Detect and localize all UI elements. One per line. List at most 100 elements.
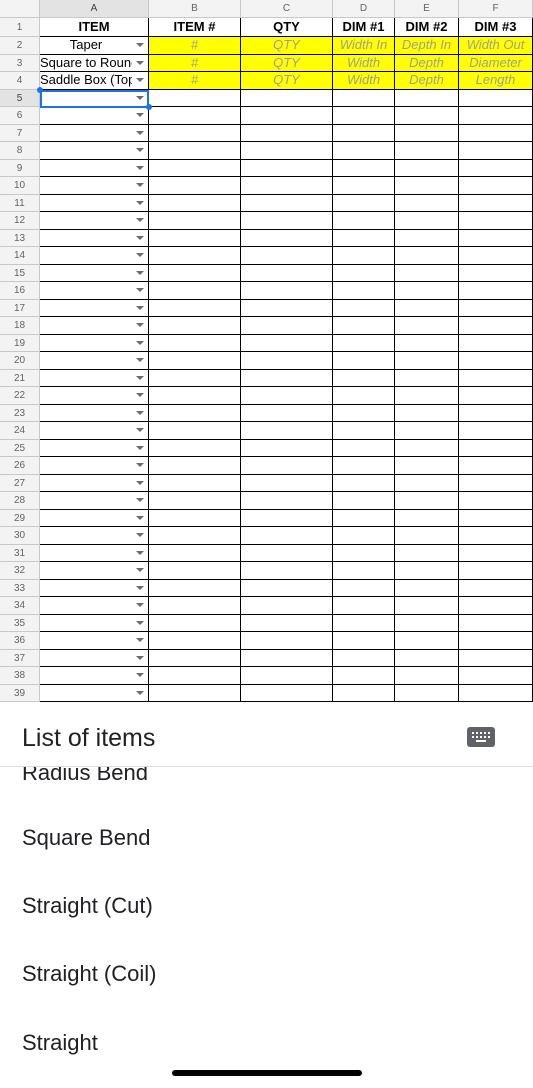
cell-c36[interactable] [241, 632, 333, 650]
cell-a10[interactable] [40, 177, 149, 195]
cell-a27[interactable] [40, 474, 149, 492]
cell-f16[interactable] [459, 282, 533, 300]
cell-e35[interactable] [395, 614, 459, 632]
cell-b29[interactable] [149, 509, 241, 527]
cell-a11[interactable] [40, 194, 149, 212]
dropdown-arrow-icon[interactable] [136, 305, 144, 310]
row-header-8[interactable]: 8 [0, 142, 40, 160]
cell-d29[interactable] [333, 509, 395, 527]
cell-c13[interactable] [241, 229, 333, 247]
cell-d36[interactable] [333, 632, 395, 650]
cell-e34[interactable] [395, 597, 459, 615]
cell-f21[interactable] [459, 369, 533, 387]
dropdown-arrow-icon[interactable] [136, 655, 144, 660]
cell-b12[interactable] [149, 212, 241, 230]
row-header-14[interactable]: 14 [0, 247, 40, 265]
cell-c21[interactable] [241, 369, 333, 387]
cell-a39[interactable] [40, 684, 149, 702]
cell-e6[interactable] [395, 107, 459, 125]
cell-e9[interactable] [395, 159, 459, 177]
cell-f10[interactable] [459, 177, 533, 195]
cell-a25[interactable] [40, 439, 149, 457]
cell-d26[interactable] [333, 457, 395, 475]
cell-e28[interactable] [395, 492, 459, 510]
spreadsheet-grid[interactable]: A B C D E F 1 2 3 4 5 6 7 8 9 10 11 12 13 14 15 16 17 18 19 20 21 2… [0, 0, 533, 708]
cell-a21[interactable] [40, 369, 149, 387]
option-radius-bend[interactable]: Radius Bend [22, 767, 148, 787]
cell-c11[interactable] [241, 194, 333, 212]
cell-e26[interactable] [395, 457, 459, 475]
cell-c6[interactable] [241, 107, 333, 125]
row-header-33[interactable]: 33 [0, 579, 40, 597]
row-header-10[interactable]: 10 [0, 177, 40, 195]
cell-e36[interactable] [395, 632, 459, 650]
cell-b11[interactable] [149, 194, 241, 212]
cell-c27[interactable] [241, 474, 333, 492]
cell-a33[interactable] [40, 579, 149, 597]
cell-c3[interactable]: QTY [241, 54, 333, 72]
cell-a2[interactable]: Taper [40, 37, 149, 55]
dropdown-arrow-icon[interactable] [136, 480, 144, 485]
cell-a16[interactable] [40, 282, 149, 300]
row-header-4[interactable]: 4 [0, 72, 40, 90]
cell-a29[interactable] [40, 509, 149, 527]
cell-e10[interactable] [395, 177, 459, 195]
cell-d1[interactable]: DIM #1 [333, 18, 395, 37]
cell-b13[interactable] [149, 229, 241, 247]
dropdown-arrow-icon[interactable] [136, 620, 144, 625]
cell-e24[interactable] [395, 422, 459, 440]
cell-f12[interactable] [459, 212, 533, 230]
dropdown-arrow-icon[interactable] [136, 95, 144, 100]
cell-f29[interactable] [459, 509, 533, 527]
cell-f27[interactable] [459, 474, 533, 492]
dropdown-arrow-icon[interactable] [136, 638, 144, 643]
cell-e1[interactable]: DIM #2 [395, 18, 459, 37]
cell-f20[interactable] [459, 352, 533, 370]
cell-e7[interactable] [395, 124, 459, 142]
row-header-36[interactable]: 36 [0, 632, 40, 650]
row-header-7[interactable]: 7 [0, 124, 40, 142]
home-indicator[interactable] [172, 1070, 362, 1076]
cell-a32[interactable] [40, 562, 149, 580]
cell-c25[interactable] [241, 439, 333, 457]
cell-f30[interactable] [459, 527, 533, 545]
cell-a7[interactable] [40, 124, 149, 142]
dropdown-arrow-icon[interactable] [136, 235, 144, 240]
dropdown-arrow-icon[interactable] [136, 568, 144, 573]
cell-c8[interactable] [241, 142, 333, 160]
cell-b26[interactable] [149, 457, 241, 475]
dropdown-arrow-icon[interactable] [136, 78, 144, 83]
cell-b10[interactable] [149, 177, 241, 195]
cell-b37[interactable] [149, 649, 241, 667]
column-header-f[interactable]: F [459, 0, 533, 18]
cell-d28[interactable] [333, 492, 395, 510]
row-header-38[interactable]: 38 [0, 667, 40, 685]
row-header-2[interactable]: 2 [0, 37, 40, 55]
cell-a36[interactable] [40, 632, 149, 650]
cell-f2[interactable]: Width Out [459, 37, 533, 55]
cell-b14[interactable] [149, 247, 241, 265]
cell-c9[interactable] [241, 159, 333, 177]
cell-f19[interactable] [459, 334, 533, 352]
dropdown-arrow-icon[interactable] [136, 428, 144, 433]
cell-a9[interactable] [40, 159, 149, 177]
cell-a28[interactable] [40, 492, 149, 510]
cell-c23[interactable] [241, 404, 333, 422]
row-header-17[interactable]: 17 [0, 299, 40, 317]
cell-e29[interactable] [395, 509, 459, 527]
dropdown-arrow-icon[interactable] [136, 60, 144, 65]
cell-f28[interactable] [459, 492, 533, 510]
cell-f23[interactable] [459, 404, 533, 422]
cell-e4[interactable]: Depth [395, 72, 459, 90]
row-header-13[interactable]: 13 [0, 229, 40, 247]
keyboard-icon[interactable] [467, 727, 495, 747]
dropdown-arrow-icon[interactable] [136, 340, 144, 345]
row-header-1[interactable]: 1 [0, 18, 40, 37]
row-header-39[interactable]: 39 [0, 684, 40, 702]
cell-e18[interactable] [395, 317, 459, 335]
cell-b22[interactable] [149, 387, 241, 405]
cell-e3[interactable]: Depth [395, 54, 459, 72]
cell-d6[interactable] [333, 107, 395, 125]
cell-b24[interactable] [149, 422, 241, 440]
cell-b7[interactable] [149, 124, 241, 142]
